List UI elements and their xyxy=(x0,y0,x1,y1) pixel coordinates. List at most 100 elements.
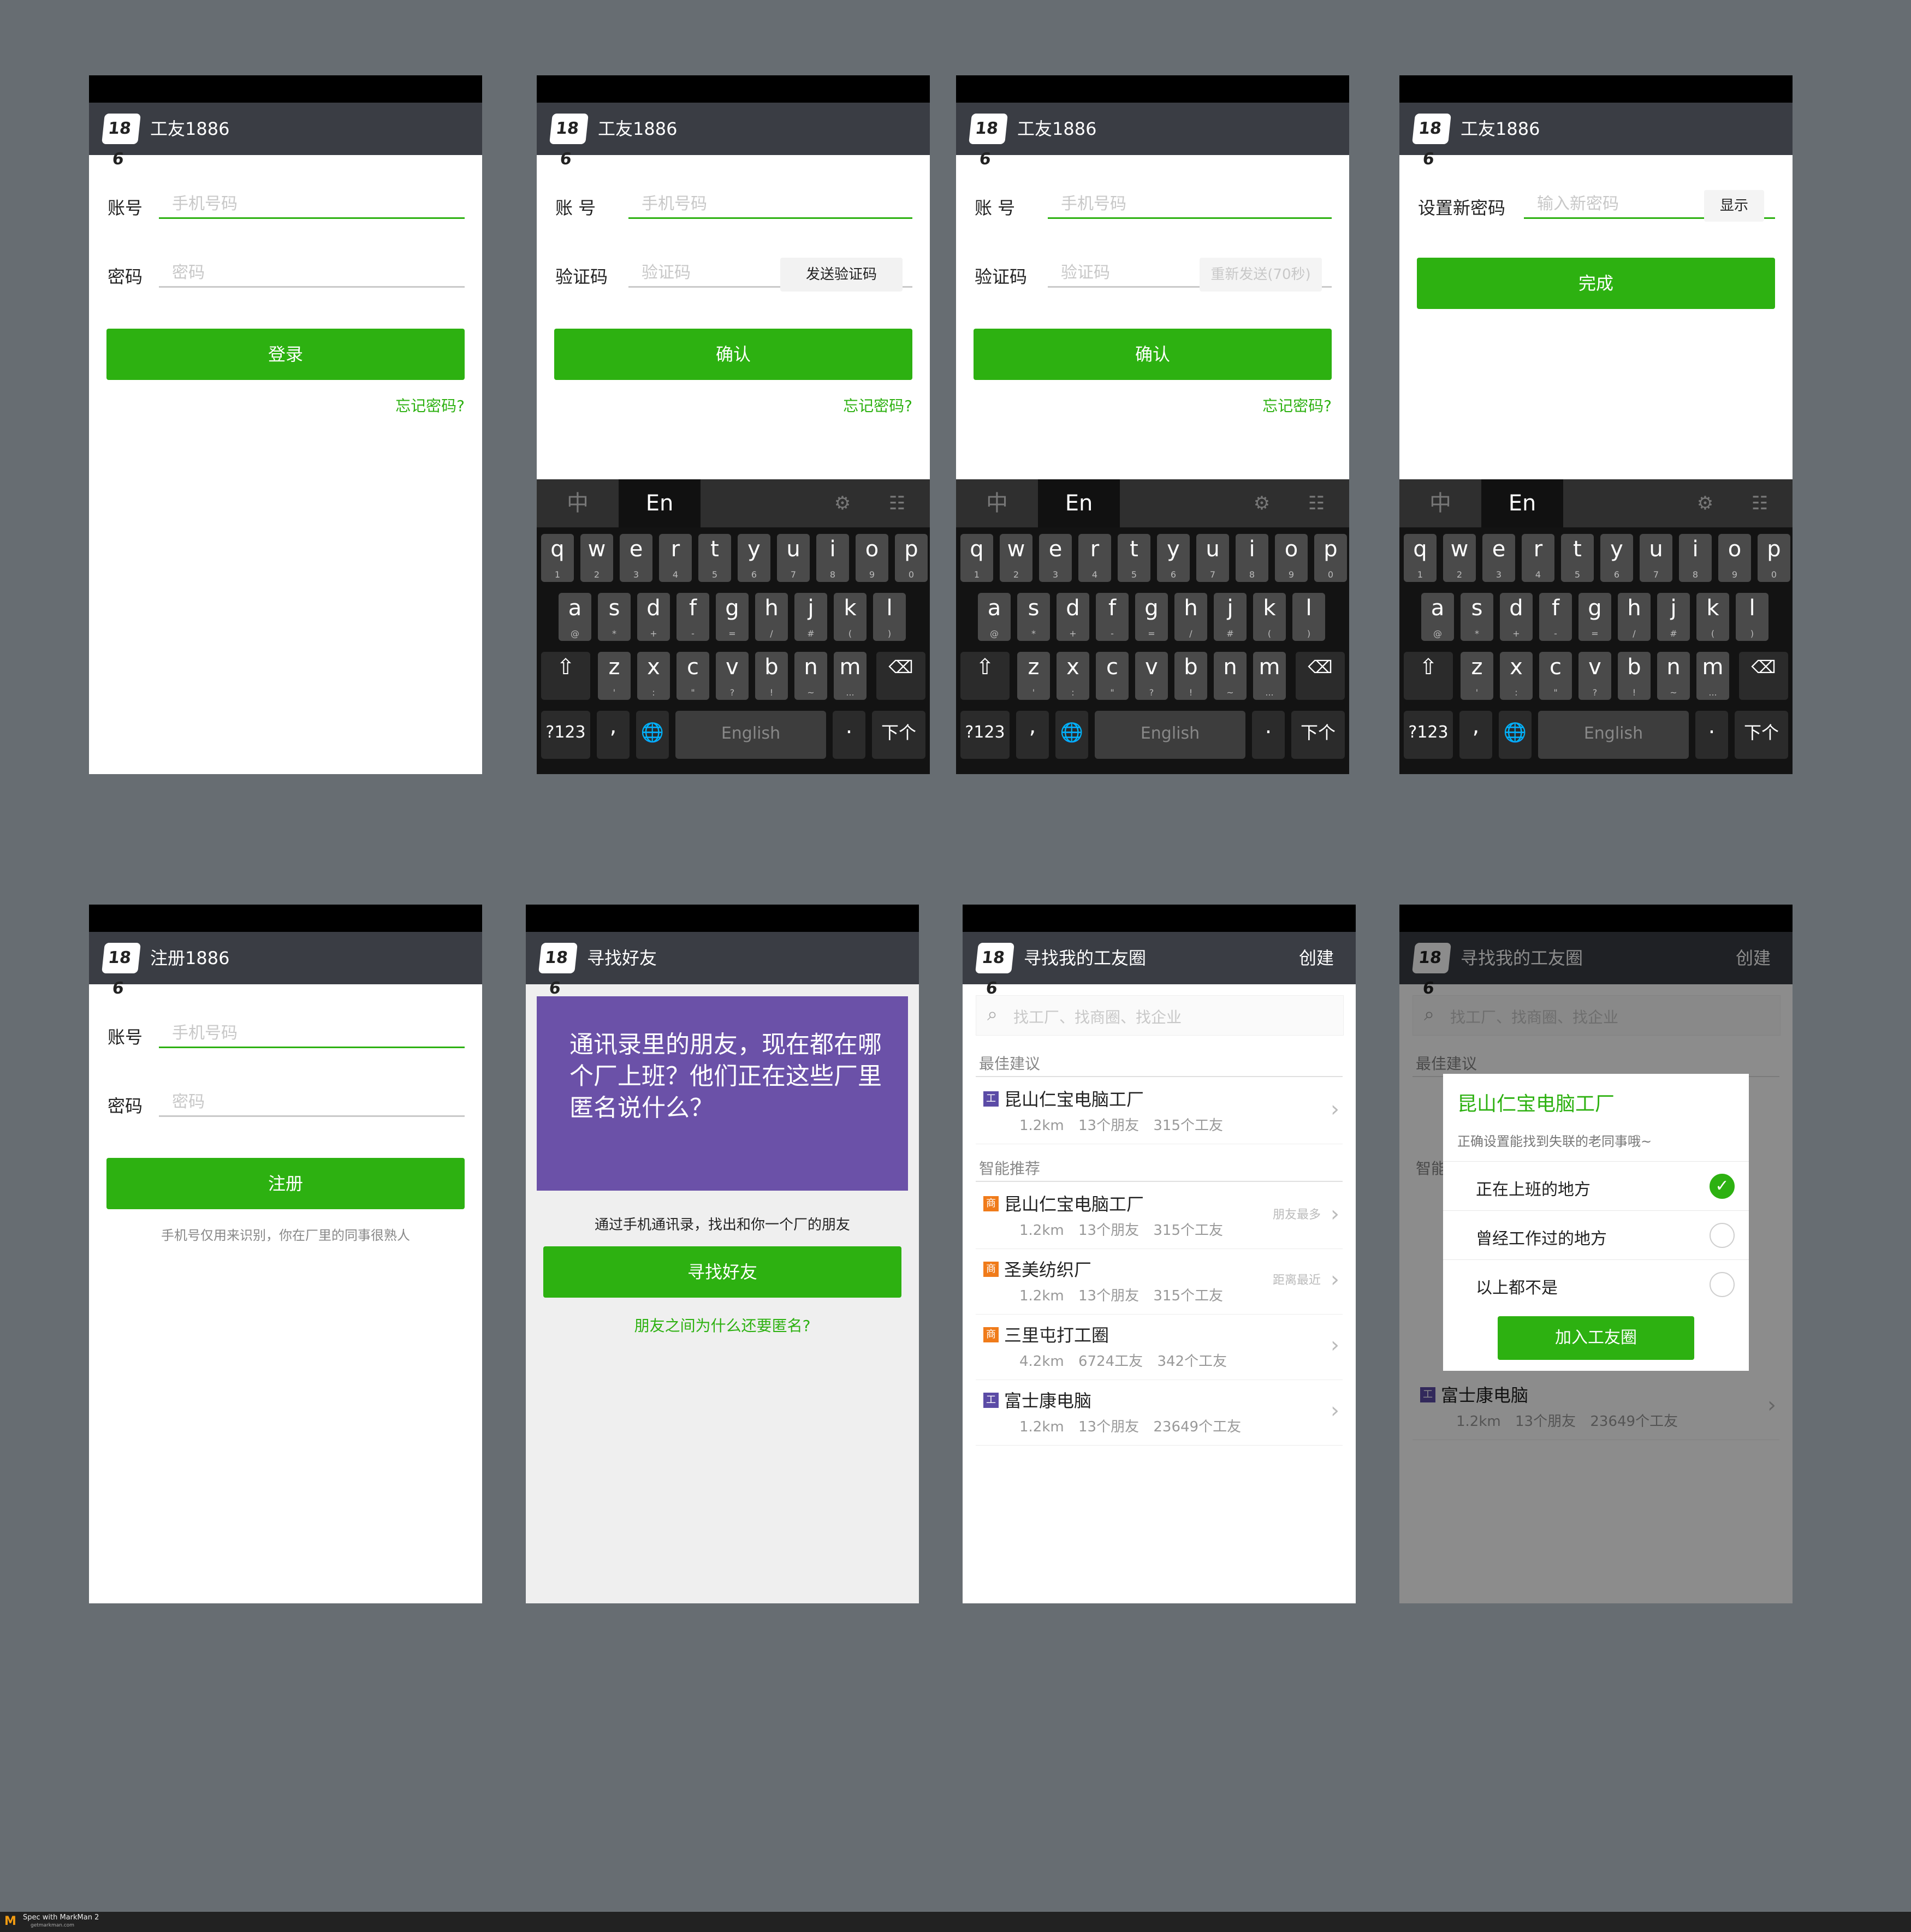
list-item[interactable]: 商圣美纺织厂 1.2km 13个朋友 315个工友 距离最近 › xyxy=(976,1249,1343,1315)
globe-key[interactable]: 🌐 xyxy=(636,711,669,759)
key-a[interactable]: a @ xyxy=(978,593,1011,641)
forgot-password-link[interactable]: 忘记密码? xyxy=(1262,394,1332,416)
key-h[interactable]: h / xyxy=(1618,593,1651,641)
key-v[interactable]: v? xyxy=(1578,652,1611,700)
option-none[interactable]: 以上都不是 xyxy=(1443,1259,1749,1309)
lang-chinese-key[interactable]: 中 xyxy=(956,479,1038,527)
key-e[interactable]: e3 xyxy=(1039,534,1072,582)
key-b[interactable]: b! xyxy=(755,652,788,700)
key-p[interactable]: p0 xyxy=(895,534,928,582)
key-z[interactable]: z ' xyxy=(1017,652,1050,700)
account-field[interactable]: 手机号码 xyxy=(1048,185,1332,219)
key-c[interactable]: c " xyxy=(1096,652,1129,700)
key-o[interactable]: o9 xyxy=(1718,534,1751,582)
period-key[interactable]: . xyxy=(1695,711,1728,759)
account-field[interactable]: 手机号码 xyxy=(159,1014,465,1048)
key-t[interactable]: t5 xyxy=(1118,534,1150,582)
globe-key[interactable]: 🌐 xyxy=(1499,711,1532,759)
gear-icon[interactable]: ⚙ xyxy=(1694,492,1716,514)
check-icon[interactable]: ✓ xyxy=(1710,1174,1735,1199)
backspace-key[interactable]: ⌫ xyxy=(1739,652,1788,700)
footer-url[interactable]: getmarkman.com xyxy=(31,1923,74,1928)
key-y[interactable]: y6 xyxy=(1157,534,1190,582)
search-input[interactable]: ⌕ 找工厂、找商圈、找企业 xyxy=(976,995,1344,1036)
key-v[interactable]: v? xyxy=(1135,652,1168,700)
key-z[interactable]: z ' xyxy=(598,652,631,700)
key-m[interactable]: m... xyxy=(1253,652,1286,700)
symbols-key[interactable]: ?123 xyxy=(541,711,590,759)
space-key[interactable]: English xyxy=(1095,711,1245,759)
key-x[interactable]: x: xyxy=(1057,652,1089,700)
key-a[interactable]: a @ xyxy=(1421,593,1454,641)
key-o[interactable]: o9 xyxy=(1275,534,1308,582)
key-k[interactable]: k( xyxy=(1253,593,1286,641)
keyboard-grid-icon[interactable]: ☷ xyxy=(1744,492,1775,514)
option-former-workplace[interactable]: 曾经工作过的地方 xyxy=(1443,1210,1749,1260)
show-password-button[interactable]: 显示 xyxy=(1704,190,1764,222)
key-l[interactable]: l) xyxy=(873,593,906,641)
password-field[interactable]: 密码 xyxy=(159,1083,465,1117)
key-w[interactable]: w2 xyxy=(580,534,613,582)
key-f[interactable]: f- xyxy=(1539,593,1572,641)
key-l[interactable]: l) xyxy=(1292,593,1325,641)
key-n[interactable]: n ~ xyxy=(1657,652,1690,700)
done-button[interactable]: 完成 xyxy=(1417,258,1775,309)
key-w[interactable]: w2 xyxy=(1000,534,1032,582)
key-i[interactable]: i8 xyxy=(1236,534,1268,582)
period-key[interactable]: . xyxy=(1252,711,1285,759)
comma-key[interactable]: , xyxy=(1459,711,1492,759)
period-key[interactable]: . xyxy=(833,711,865,759)
key-j[interactable]: j # xyxy=(1214,593,1247,641)
key-p[interactable]: p0 xyxy=(1758,534,1790,582)
find-friends-button[interactable]: 寻找好友 xyxy=(543,1246,901,1298)
lang-chinese-key[interactable]: 中 xyxy=(1399,479,1481,527)
key-r[interactable]: r4 xyxy=(659,534,692,582)
key-g[interactable]: g = xyxy=(1578,593,1611,641)
send-code-button[interactable]: 发送验证码 xyxy=(780,258,903,292)
key-r[interactable]: r4 xyxy=(1522,534,1554,582)
key-h[interactable]: h / xyxy=(1174,593,1207,641)
key-e[interactable]: e3 xyxy=(1482,534,1515,582)
gear-icon[interactable]: ⚙ xyxy=(1251,492,1273,514)
radio-icon[interactable] xyxy=(1710,1223,1735,1248)
key-l[interactable]: l) xyxy=(1736,593,1768,641)
backspace-key[interactable]: ⌫ xyxy=(876,652,925,700)
symbols-key[interactable]: ?123 xyxy=(1404,711,1453,759)
key-c[interactable]: c " xyxy=(1539,652,1572,700)
key-o[interactable]: o9 xyxy=(856,534,888,582)
key-b[interactable]: b! xyxy=(1618,652,1651,700)
next-key[interactable]: 下个 xyxy=(1735,711,1788,759)
forgot-password-link[interactable]: 忘记密码? xyxy=(395,394,465,416)
symbols-key[interactable]: ?123 xyxy=(960,711,1010,759)
why-anonymous-link[interactable]: 朋友之间为什么还要匿名? xyxy=(526,1314,919,1336)
next-key[interactable]: 下个 xyxy=(872,711,925,759)
comma-key[interactable]: , xyxy=(1016,711,1049,759)
key-s[interactable]: s * xyxy=(1017,593,1050,641)
key-h[interactable]: h / xyxy=(755,593,788,641)
list-item[interactable]: 商昆山仁宝电脑工厂 1.2km 13个朋友 315个工友 朋友最多 › xyxy=(976,1183,1343,1249)
key-s[interactable]: s * xyxy=(1461,593,1493,641)
lang-english-key[interactable]: En xyxy=(1481,479,1563,527)
key-k[interactable]: k( xyxy=(1696,593,1729,641)
join-circle-button[interactable]: 加入工友圈 xyxy=(1498,1316,1694,1360)
key-g[interactable]: g = xyxy=(1135,593,1168,641)
key-z[interactable]: z ' xyxy=(1461,652,1493,700)
key-q[interactable]: q1 xyxy=(1404,534,1437,582)
key-g[interactable]: g = xyxy=(716,593,749,641)
option-current-workplace[interactable]: 正在上班的地方 ✓ xyxy=(1443,1161,1749,1211)
key-m[interactable]: m... xyxy=(1696,652,1729,700)
key-d[interactable]: d + xyxy=(637,593,670,641)
key-v[interactable]: v? xyxy=(716,652,749,700)
key-u[interactable]: u7 xyxy=(1640,534,1672,582)
key-j[interactable]: j # xyxy=(1657,593,1690,641)
key-k[interactable]: k( xyxy=(834,593,867,641)
key-a[interactable]: a @ xyxy=(559,593,591,641)
key-n[interactable]: n ~ xyxy=(1214,652,1247,700)
backspace-key[interactable]: ⌫ xyxy=(1296,652,1345,700)
key-i[interactable]: i8 xyxy=(816,534,849,582)
key-d[interactable]: d + xyxy=(1057,593,1089,641)
lang-chinese-key[interactable]: 中 xyxy=(537,479,619,527)
key-c[interactable]: c " xyxy=(676,652,709,700)
key-d[interactable]: d + xyxy=(1500,593,1533,641)
key-y[interactable]: y6 xyxy=(1600,534,1633,582)
